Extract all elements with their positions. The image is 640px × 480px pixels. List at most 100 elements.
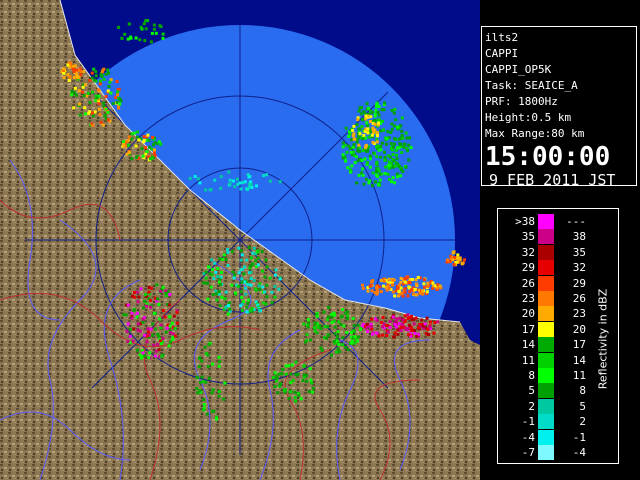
echo-cell [341, 343, 345, 347]
echo-cell [217, 292, 221, 296]
echo-cell [350, 164, 354, 168]
echo-cell [149, 305, 153, 309]
echo-cell [274, 379, 278, 383]
echo-cell [154, 349, 158, 353]
echo-cell [413, 329, 417, 333]
echo-cell [204, 188, 208, 192]
echo-cell [74, 93, 78, 97]
echo-cell [351, 134, 355, 138]
echo-cell [352, 137, 356, 141]
echo-cell [207, 265, 210, 269]
echo-cell [401, 136, 405, 140]
echo-cell [393, 107, 397, 111]
echo-cell [200, 375, 204, 379]
echo-cell [336, 330, 340, 334]
echo-cell [130, 137, 134, 141]
echo-cell [398, 316, 402, 320]
legend-swatch [538, 383, 554, 399]
echo-cell [415, 284, 419, 288]
echo-cell [302, 322, 306, 326]
echo-cell [400, 151, 404, 154]
echo-cell [346, 166, 350, 170]
echo-cell [351, 317, 355, 321]
echo-cell [365, 161, 369, 165]
legend-row: >38 --- [498, 214, 618, 229]
echo-cell [353, 161, 357, 164]
legend-upper-bound: 32 [572, 261, 586, 275]
echo-cell [215, 292, 218, 296]
echo-cell [243, 280, 247, 284]
echo-cell [414, 287, 418, 291]
echo-cell [316, 325, 320, 329]
echo-cell [356, 149, 360, 153]
echo-cell [400, 129, 404, 133]
echo-cell [143, 354, 147, 358]
echo-cell [249, 283, 253, 287]
echo-cell [326, 325, 330, 329]
echo-cell [365, 102, 369, 106]
echo-cell [134, 36, 138, 40]
echo-cell [397, 283, 401, 287]
echo-cell [426, 327, 430, 331]
echo-cell [132, 131, 136, 135]
echo-cell [379, 155, 383, 159]
echo-cell [368, 179, 372, 183]
legend-upper-bound: 35 [572, 245, 586, 259]
echo-cell [393, 323, 397, 326]
echo-cell [160, 354, 164, 358]
echo-cell [264, 302, 268, 306]
echo-cell [425, 290, 429, 294]
echo-cell [278, 383, 282, 387]
echo-cell [428, 320, 432, 324]
echo-cell [336, 335, 339, 338]
echo-cell [261, 269, 264, 273]
echo-cell [149, 327, 153, 331]
echo-cell [347, 135, 351, 138]
echo-cell [446, 258, 450, 262]
echo-cell [220, 295, 224, 299]
echo-cell [125, 329, 129, 333]
echo-cell [149, 157, 152, 161]
echo-cell [106, 118, 110, 122]
echo-cell [136, 130, 139, 134]
echo-cell [149, 40, 153, 44]
echo-cell [395, 153, 399, 157]
echo-cell [326, 315, 330, 319]
echo-cell [239, 187, 243, 191]
legend-swatch [538, 337, 554, 353]
echo-cell [342, 324, 346, 328]
echo-cell [412, 322, 416, 326]
echo-cell [361, 137, 365, 141]
echo-cell [103, 114, 107, 118]
echo-cell [128, 327, 132, 331]
echo-cell [422, 278, 426, 282]
echo-cell [381, 325, 385, 328]
echo-cell [230, 250, 234, 254]
echo-cell [151, 333, 155, 337]
echo-cell [144, 146, 147, 150]
echo-cell [143, 39, 147, 43]
radar-map [0, 0, 480, 480]
echo-cell [344, 346, 348, 349]
echo-cell [151, 135, 155, 139]
echo-cell [362, 182, 366, 186]
echo-cell [288, 390, 292, 394]
echo-cell [301, 379, 305, 383]
legend-upper-bound: 23 [572, 307, 586, 321]
echo-cell [412, 292, 415, 296]
echo-cell [383, 155, 387, 159]
echo-cell [130, 316, 134, 320]
legend-upper-bound: 8 [579, 384, 586, 398]
echo-cell [392, 142, 396, 146]
echo-cell [394, 148, 398, 152]
echo-cell [122, 143, 126, 146]
echo-cell [136, 322, 140, 326]
echo-cell [330, 312, 334, 316]
echo-cell [277, 287, 281, 291]
echo-cell [391, 145, 395, 149]
echo-cell [306, 318, 310, 322]
echo-cell [170, 321, 174, 325]
echo-cell [370, 133, 374, 137]
echo-cell [352, 143, 356, 147]
echo-cell [408, 281, 412, 285]
